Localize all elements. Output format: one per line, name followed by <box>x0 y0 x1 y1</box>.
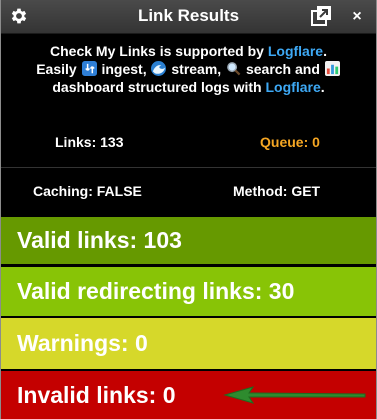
promo-text: Check My Links is supported by <box>50 43 264 59</box>
promo-text: ingest, <box>101 61 147 77</box>
promo-punctuation: . <box>323 43 327 59</box>
title-bar: Link Results × <box>1 0 376 34</box>
magnifier-emoji-icon <box>227 62 241 76</box>
bar-chart-emoji-icon <box>324 61 340 76</box>
popout-icon[interactable] <box>310 5 332 27</box>
sponsor-message: Check My Links is supported by Logflare.… <box>1 42 376 96</box>
promo-text: dashboard structured logs with <box>52 79 262 95</box>
link-results-popup: Link Results × Check My Links is support… <box>0 0 377 419</box>
stats-row-counts: Links: 133 Queue: 0 <box>1 118 376 164</box>
request-method: Method: GET <box>233 183 321 199</box>
stats-row-settings: Caching: FALSE Method: GET <box>1 167 376 214</box>
promo-text: Easily <box>36 61 77 77</box>
caching-status: Caching: FALSE <box>33 183 142 199</box>
warnings-row[interactable]: Warnings: 0 <box>1 318 376 369</box>
valid-links-row[interactable]: Valid links: 103 <box>1 217 376 264</box>
redirecting-links-row[interactable]: Valid redirecting links: 30 <box>1 267 376 316</box>
promo-text: search and <box>245 61 320 77</box>
promo-punctuation: . <box>320 79 325 95</box>
logflare-link[interactable]: Logflare <box>266 79 321 95</box>
queue-count: Queue: 0 <box>260 134 320 150</box>
logflare-link[interactable]: Logflare <box>268 43 323 59</box>
close-icon[interactable]: × <box>348 8 366 26</box>
promo-text: stream, <box>171 61 222 77</box>
green-arrow-annotation <box>223 386 366 404</box>
wave-emoji-icon <box>151 61 167 76</box>
links-count: Links: 133 <box>55 134 124 150</box>
down-arrow-emoji-icon <box>81 61 97 76</box>
